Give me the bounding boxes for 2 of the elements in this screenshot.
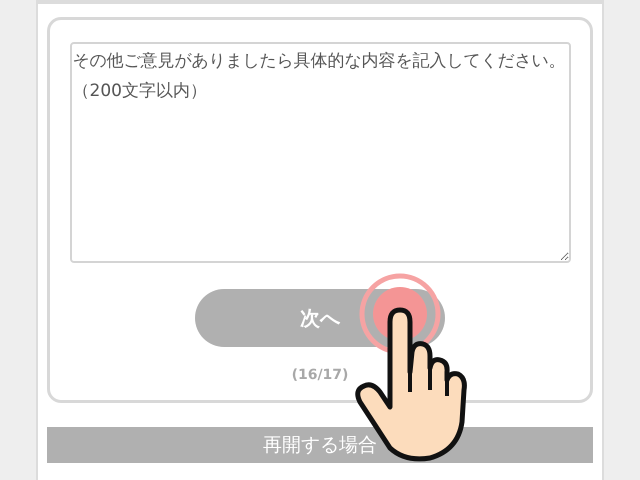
comment-field[interactable]: その他ご意見がありましたら具体的な内容を記入してください。（200文字以内）: [70, 42, 570, 263]
progress-text: (16/17): [292, 366, 348, 385]
